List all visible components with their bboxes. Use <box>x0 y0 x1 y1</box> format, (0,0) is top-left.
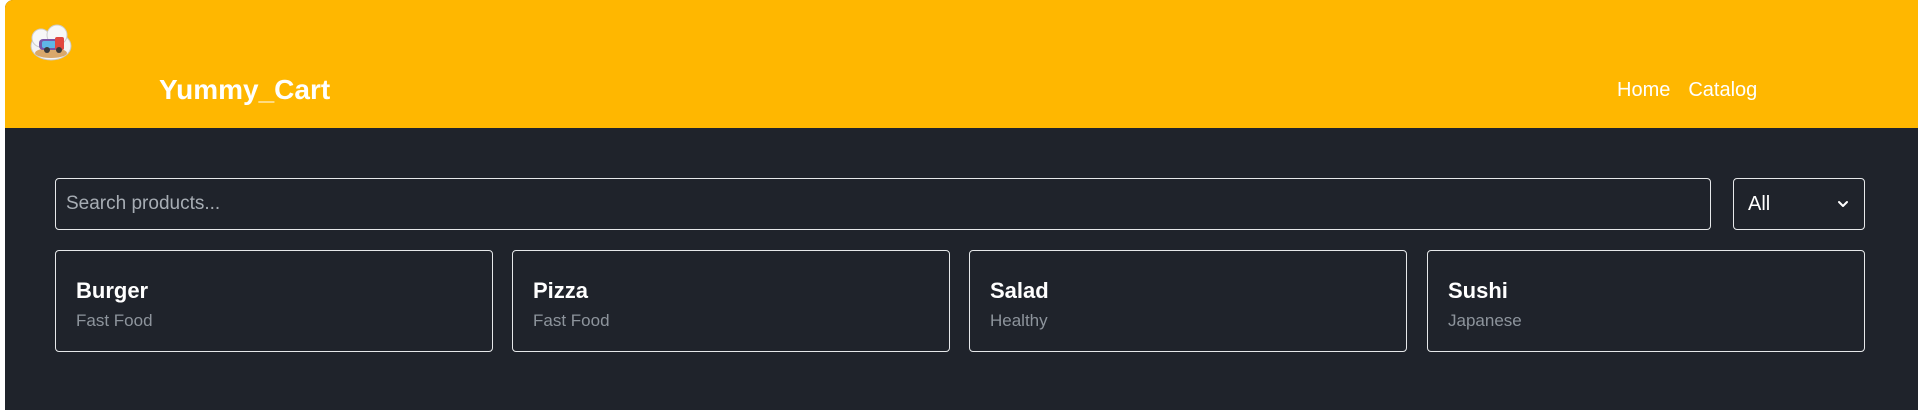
product-name: Salad <box>990 278 1049 303</box>
product-name: Sushi <box>1448 278 1508 303</box>
product-category: Healthy <box>990 311 1048 330</box>
product-card-pizza[interactable]: Pizza Fast Food <box>512 250 950 352</box>
search-input[interactable] <box>55 178 1711 230</box>
nav-link-home[interactable]: Home <box>1617 78 1670 102</box>
chevron-down-icon <box>1838 201 1848 207</box>
app-window: Yummy_Cart Home Catalog All Burger Fast … <box>5 0 1918 410</box>
product-grid: Burger Fast Food Pizza Fast Food Salad H… <box>55 250 1865 352</box>
product-category: Fast Food <box>533 311 610 330</box>
product-card-sushi[interactable]: Sushi Japanese <box>1427 250 1865 352</box>
page-frame: Yummy_Cart Home Catalog All Burger Fast … <box>0 0 1918 410</box>
nav-links: Home Catalog <box>1617 78 1757 102</box>
navbar: Yummy_Cart Home Catalog <box>5 0 1918 128</box>
product-name: Pizza <box>533 278 589 303</box>
category-select-value: All <box>1748 192 1771 215</box>
nav-link-catalog[interactable]: Catalog <box>1688 78 1757 102</box>
brand-title[interactable]: Yummy_Cart <box>159 72 330 108</box>
category-select[interactable]: All <box>1733 178 1865 230</box>
product-category: Fast Food <box>76 311 153 330</box>
product-card-burger[interactable]: Burger Fast Food <box>55 250 493 352</box>
food-cloud-logo-icon[interactable] <box>27 20 75 68</box>
product-category: Japanese <box>1448 311 1522 330</box>
product-name: Burger <box>76 278 149 303</box>
product-card-salad[interactable]: Salad Healthy <box>969 250 1407 352</box>
